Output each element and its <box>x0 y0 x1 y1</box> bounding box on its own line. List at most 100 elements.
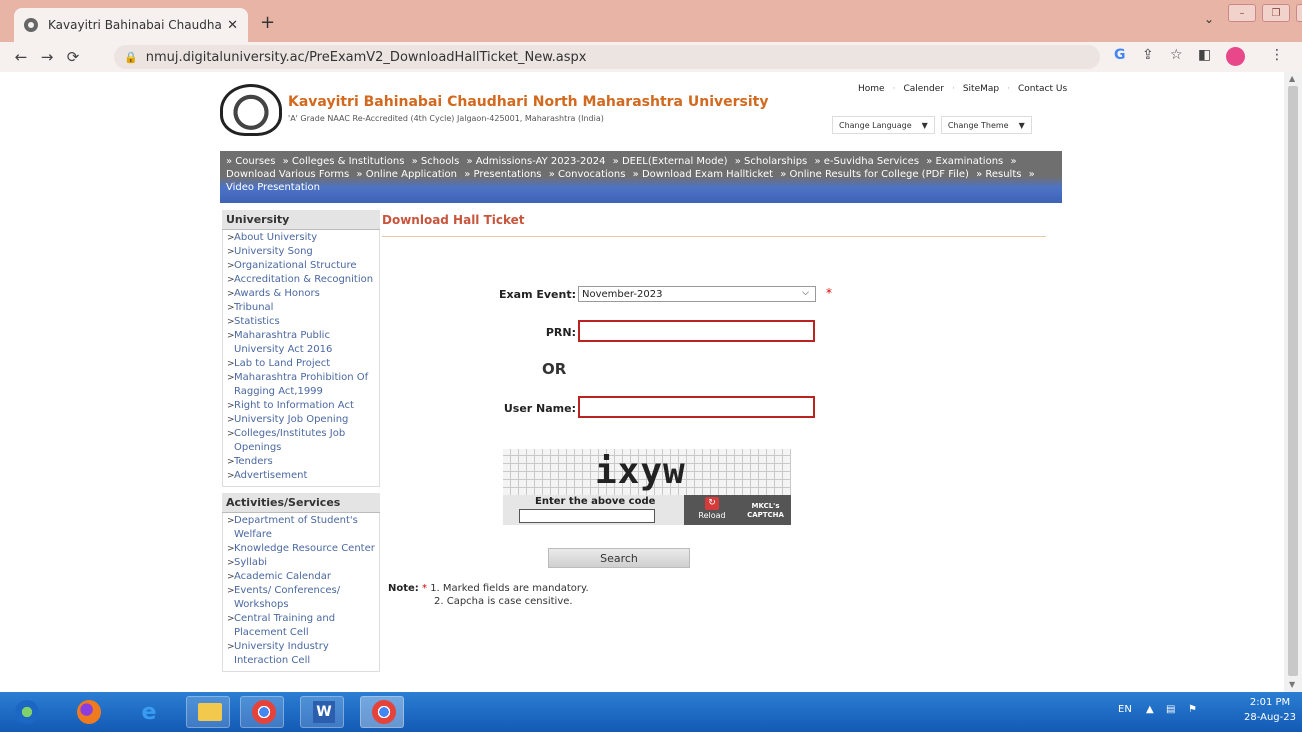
activities-links: Department of Student's Welfare Knowledg… <box>222 513 380 672</box>
tab-close-icon[interactable]: ✕ <box>227 18 238 33</box>
sidebar-item-song[interactable]: University Song <box>227 245 375 259</box>
tray-expand-icon[interactable]: ▲ <box>1146 704 1154 715</box>
nav-e-suvidha[interactable]: » e-Suvidha Services <box>814 156 919 167</box>
sidebar-item-statistics[interactable]: Statistics <box>227 315 375 329</box>
sidebar-item-rti[interactable]: Right to Information Act <box>227 399 375 413</box>
sidebar-item-advertisement[interactable]: Advertisement <box>227 469 375 483</box>
captcha-footer: Enter the above code ↻ Reload MKCL's CAP… <box>503 495 791 525</box>
lock-icon[interactable]: 🔒 <box>124 51 138 64</box>
new-tab-button[interactable]: + <box>260 12 275 33</box>
reload-icon[interactable]: ⟳ <box>60 48 86 66</box>
nav-colleges[interactable]: » Colleges & Institutions <box>283 156 405 167</box>
reload-icon: ↻ <box>705 497 719 510</box>
address-bar[interactable]: 🔒 nmuj.digitaluniversity.ac/PreExamV2_Do… <box>114 45 1100 69</box>
dropdown-arrow-icon: ▼ <box>1018 120 1025 130</box>
back-icon[interactable]: ← <box>8 48 34 66</box>
nav-admissions[interactable]: » Admissions-AY 2023-2024 <box>467 156 606 167</box>
vertical-scrollbar[interactable]: ▲ ▼ <box>1284 72 1302 692</box>
sidebar-item-lab-to-land[interactable]: Lab to Land Project <box>227 357 375 371</box>
sidebar-heading-university: University <box>222 210 380 230</box>
start-button[interactable] <box>10 696 44 728</box>
scrollbar-thumb[interactable] <box>1288 86 1298 676</box>
profile-avatar[interactable] <box>1226 47 1245 66</box>
google-icon[interactable]: G <box>1114 47 1126 63</box>
browser-tab[interactable]: Kavayitri Bahinabai Chaudhari No ✕ <box>14 8 248 42</box>
sidebar-item-org-structure[interactable]: Organizational Structure <box>227 259 375 273</box>
scroll-up-icon[interactable]: ▲ <box>1289 74 1295 83</box>
reload-label: Reload <box>698 511 726 520</box>
scroll-down-icon[interactable]: ▼ <box>1289 680 1295 689</box>
word-icon[interactable]: W <box>307 696 341 728</box>
nav-convocations[interactable]: » Convocations <box>549 169 626 180</box>
sidebar-item-industry-cell[interactable]: University Industry Interaction Cell <box>227 640 375 668</box>
top-links: Home · Calender · SiteMap · Contact Us <box>858 84 1067 94</box>
separator: · <box>951 84 955 94</box>
tab-search-icon[interactable]: ⌄ <box>1204 12 1214 26</box>
nav-examinations[interactable]: » Examinations <box>926 156 1003 167</box>
university-links: About University University Song Organiz… <box>222 230 380 487</box>
network-icon[interactable]: ▤ <box>1166 704 1175 715</box>
sidebar-item-accreditation[interactable]: Accreditation & Recognition <box>227 273 375 287</box>
search-button[interactable]: Search <box>548 548 690 568</box>
sidebar-item-academic-calendar[interactable]: Academic Calendar <box>227 570 375 584</box>
sidebar-item-placement-cell[interactable]: Central Training and Placement Cell <box>227 612 375 640</box>
sidebar-item-syllabi[interactable]: Syllabi <box>227 556 375 570</box>
share-icon[interactable]: ⇪ <box>1142 47 1154 63</box>
action-center-flag-icon[interactable]: ⚑ <box>1188 704 1197 715</box>
note-item-1: 1. Marked fields are mandatory. <box>430 583 589 594</box>
nav-courses[interactable]: » Courses <box>226 156 275 167</box>
system-clock[interactable]: 2:01 PM 28-Aug-23 <box>1244 695 1296 725</box>
exam-event-select[interactable]: November-2023 ⌵ <box>578 286 816 302</box>
sidebar-item-about[interactable]: About University <box>227 231 375 245</box>
maximize-button[interactable]: ❐ <box>1262 4 1290 22</box>
input-language[interactable]: EN <box>1118 704 1132 715</box>
sidebar-item-ragging-act[interactable]: Maharashtra Prohibition Of Ragging Act,1… <box>227 371 375 399</box>
prn-input[interactable] <box>578 320 815 342</box>
nav-online-application[interactable]: » Online Application <box>356 169 457 180</box>
note-item-2: 2. Capcha is case censitive. <box>434 596 573 607</box>
nav-presentations[interactable]: » Presentations <box>464 169 541 180</box>
chrome-icon[interactable] <box>247 696 281 728</box>
nav-download-hallticket[interactable]: » Download Exam Hallticket <box>633 169 773 180</box>
sidebar-item-college-jobs[interactable]: Colleges/Institutes Job Openings <box>227 427 375 455</box>
chrome-profile-icon[interactable] <box>367 696 401 728</box>
close-window-button[interactable]: ✕ <box>1296 4 1302 22</box>
nav-online-results[interactable]: » Online Results for College (PDF File) <box>780 169 969 180</box>
captcha-input[interactable] <box>519 509 655 523</box>
nav-schools[interactable]: » Schools <box>412 156 460 167</box>
captcha-prompt: Enter the above code <box>535 496 656 507</box>
sidebar-item-tenders[interactable]: Tenders <box>227 455 375 469</box>
bookmark-star-icon[interactable]: ☆ <box>1170 47 1183 63</box>
sidebar-item-act-2016[interactable]: Maharashtra Public University Act 2016 <box>227 329 375 357</box>
site-favicon-icon <box>24 18 38 32</box>
nav-deel[interactable]: » DEEL(External Mode) <box>613 156 728 167</box>
browser-tab-bar: Kavayitri Bahinabai Chaudhari No ✕ + ⌄ –… <box>0 0 1302 42</box>
sidebar-item-knowledge-center[interactable]: Knowledge Resource Center <box>227 542 375 556</box>
nav-scholarships[interactable]: » Scholarships <box>735 156 808 167</box>
side-panel-icon[interactable]: ◧ <box>1198 47 1211 63</box>
sidebar-item-awards[interactable]: Awards & Honors <box>227 287 375 301</box>
nav-results[interactable]: » Results <box>976 169 1021 180</box>
minimize-button[interactable]: – <box>1228 4 1256 22</box>
calender-link[interactable]: Calender <box>903 84 944 94</box>
sidebar-item-student-welfare[interactable]: Department of Student's Welfare <box>227 514 375 542</box>
internet-explorer-icon[interactable]: e <box>132 696 166 728</box>
captcha-text: ixyw <box>595 451 686 492</box>
change-theme-select[interactable]: Change Theme ▼ <box>940 116 1032 134</box>
home-link[interactable]: Home <box>858 84 885 94</box>
username-label: User Name: <box>503 402 576 415</box>
captcha-reload-button[interactable]: ↻ Reload <box>684 495 740 525</box>
sidebar-item-job-opening[interactable]: University Job Opening <box>227 413 375 427</box>
contact-us-link[interactable]: Contact Us <box>1018 84 1067 94</box>
url-text: nmuj.digitaluniversity.ac/PreExamV2_Down… <box>145 49 587 65</box>
username-input[interactable] <box>578 396 815 418</box>
sidebar-item-tribunal[interactable]: Tribunal <box>227 301 375 315</box>
sitemap-link[interactable]: SiteMap <box>963 84 999 94</box>
menu-kebab-icon[interactable]: ⋮ <box>1270 47 1284 63</box>
forward-icon[interactable]: → <box>34 48 60 66</box>
file-explorer-icon[interactable] <box>193 696 227 728</box>
sidebar-item-events[interactable]: Events/ Conferences/ Workshops <box>227 584 375 612</box>
firefox-icon[interactable] <box>72 696 106 728</box>
change-language-select[interactable]: Change Language ▼ <box>832 116 935 134</box>
main-navigation: » Courses » Colleges & Institutions » Sc… <box>220 151 1062 203</box>
